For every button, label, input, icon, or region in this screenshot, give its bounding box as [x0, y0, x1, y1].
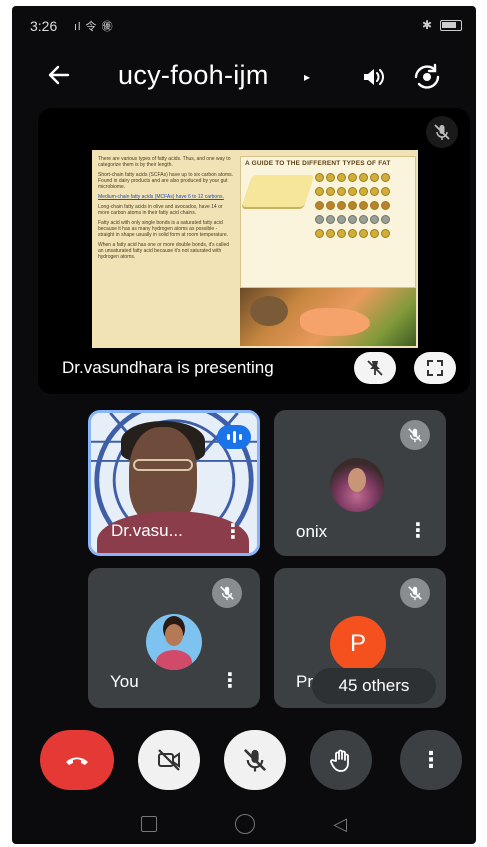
avatar: [146, 614, 202, 670]
back-arrow-icon[interactable]: [46, 62, 72, 95]
switch-camera-icon[interactable]: [412, 62, 442, 92]
slide-bullet: Medium-chain fatty acids (MCFAs) have 6 …: [98, 194, 224, 200]
raise-hand-button[interactable]: [310, 730, 372, 790]
meeting-code[interactable]: ucy-fooh-ijm: [118, 60, 269, 91]
fat-rows: [315, 173, 413, 243]
slide-bullet: When a fatty acid has one or more double…: [98, 242, 230, 260]
fat-row: [315, 173, 413, 182]
fat-row: [315, 201, 413, 210]
fullscreen-icon[interactable]: [414, 352, 456, 384]
participant-name: You: [110, 672, 139, 691]
camera-toggle-button[interactable]: [138, 730, 200, 790]
back-nav-button[interactable]: ◁: [333, 814, 347, 835]
avatar-initial: P: [330, 616, 386, 672]
status-time: 3:26: [30, 18, 58, 34]
others-count-chip[interactable]: 45 others: [312, 668, 436, 704]
mic-off-icon: [400, 578, 430, 608]
presentation-tile[interactable]: There are various types of fatty acids. …: [38, 108, 470, 394]
mic-off-icon: [400, 420, 430, 450]
shared-slide: There are various types of fatty acids. …: [92, 150, 418, 348]
more-options-button[interactable]: ⋮: [400, 730, 462, 790]
signal-indicator: ıl 令 ㊝: [74, 21, 114, 33]
recents-button[interactable]: [141, 816, 158, 832]
end-call-button[interactable]: [40, 730, 114, 790]
fat-row: [315, 229, 413, 238]
speaker-icon[interactable]: [360, 64, 386, 90]
caret-right-icon[interactable]: ▸: [304, 70, 310, 84]
presenting-label: Dr.vasundhara is presenting: [62, 358, 274, 377]
more-vertical-icon: ⋮: [420, 747, 442, 772]
more-vertical-icon[interactable]: ⋮: [408, 518, 428, 543]
speaking-indicator-icon: [217, 425, 251, 449]
food-photo: [240, 288, 416, 346]
meeting-header: ucy-fooh-ijm ▸: [12, 52, 476, 104]
butter-image: [241, 175, 315, 207]
mic-off-icon: [243, 748, 267, 772]
more-vertical-icon[interactable]: ⋮: [220, 668, 240, 693]
raise-hand-icon: [330, 749, 349, 772]
participant-tile-you[interactable]: You ⋮: [88, 568, 260, 708]
participant-tile-onix[interactable]: onix ⋮: [274, 410, 446, 556]
participant-tile-speaking[interactable]: Dr.vasu... ⋮: [88, 410, 260, 556]
fat-row: [315, 187, 413, 196]
participant-glasses: [133, 459, 193, 471]
mic-off-icon: [426, 116, 458, 148]
phone-screen: 3:26 ıl 令 ㊝ ✱ ucy-fooh-ijm ▸ There are v…: [12, 6, 476, 844]
pin-off-icon[interactable]: [354, 352, 396, 384]
fat-types-infographic: A GUIDE TO THE DIFFERENT TYPES OF FAT: [240, 156, 416, 288]
infographic-title: A GUIDE TO THE DIFFERENT TYPES OF FAT: [245, 160, 391, 167]
battery-icon: [440, 19, 462, 31]
camera-off-icon: [158, 749, 180, 771]
home-button[interactable]: [235, 814, 256, 834]
mic-off-icon: [212, 578, 242, 608]
slide-bullet: Fatty acid with only single bonds is a s…: [98, 220, 229, 238]
slide-bullets: There are various types of fatty acids. …: [98, 156, 234, 342]
fat-row: [315, 215, 413, 224]
participant-name: Dr.vasu...: [111, 521, 183, 540]
slide-bullet: There are various types of fatty acids. …: [98, 156, 231, 168]
status-right: ✱: [422, 18, 462, 32]
more-vertical-icon[interactable]: ⋮: [223, 519, 243, 544]
bluetooth-icon: ✱: [421, 18, 432, 32]
mic-toggle-button[interactable]: [224, 730, 286, 790]
phone-hangup-icon: [66, 757, 88, 765]
avatar: [330, 458, 384, 512]
system-nav-bar: ◁: [12, 804, 476, 844]
slide-bullet: Long-chain fatty acids in olive and avoc…: [98, 204, 223, 216]
slide-bullet: Short-chain fatty acids (SCFAs) have up …: [98, 172, 234, 190]
participant-name: onix: [296, 522, 328, 541]
status-bar: 3:26 ıl 令 ㊝ ✱: [12, 6, 476, 50]
